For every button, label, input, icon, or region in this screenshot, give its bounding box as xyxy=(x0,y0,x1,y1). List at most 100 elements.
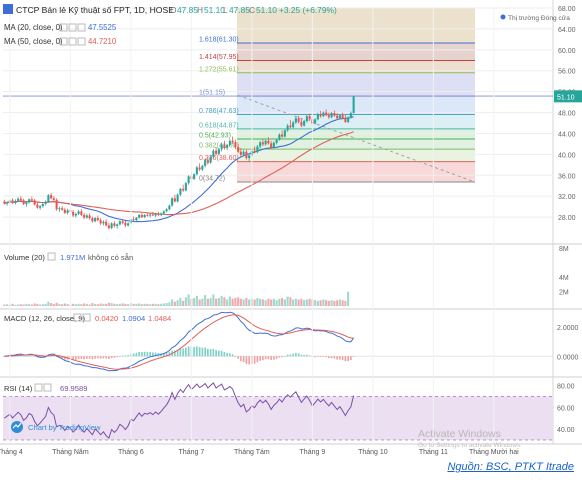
candle-body xyxy=(55,199,58,210)
macd-histogram-bar xyxy=(187,346,190,357)
volume-bar xyxy=(316,300,319,306)
volume-bar xyxy=(234,298,237,306)
fib-zone xyxy=(237,161,475,182)
volume-bar xyxy=(160,303,163,306)
candle-body xyxy=(215,150,218,154)
volume-bar xyxy=(11,303,14,306)
volume-bar xyxy=(319,300,322,306)
candle-body xyxy=(327,115,330,118)
volume-bar xyxy=(215,298,218,306)
macd-histogram-bar xyxy=(231,354,234,357)
volume-bar xyxy=(36,303,39,306)
price-tick-label: 40.00 xyxy=(558,152,576,159)
volume-bar xyxy=(50,303,53,306)
volume-bar xyxy=(286,296,289,306)
macd-histogram-bar xyxy=(105,356,107,359)
volume-tick-label: 4M xyxy=(559,275,569,282)
macd-histogram-bar xyxy=(245,356,248,364)
candle-body xyxy=(300,121,303,126)
volume-bar xyxy=(61,304,64,306)
volume-bar xyxy=(278,298,281,306)
macd-histogram-bar xyxy=(179,348,182,357)
volume-bar xyxy=(66,303,69,306)
ma50-label[interactable]: MA (50, close, 0) xyxy=(4,37,63,46)
volume-bar xyxy=(165,303,168,306)
candle-body xyxy=(138,215,141,218)
macd-label[interactable]: MACD (12, 26, close, 9) xyxy=(4,314,85,323)
volume-bar xyxy=(245,298,248,306)
volume-bar xyxy=(88,304,91,306)
macd-histogram-bar xyxy=(259,356,261,361)
candle-body xyxy=(105,221,108,226)
volume-bar xyxy=(289,297,292,306)
volume-label[interactable]: Volume (20) xyxy=(4,253,45,262)
macd-histogram-bar xyxy=(86,356,88,359)
rsi-tick-label: 40.00 xyxy=(557,427,575,434)
rsi-label[interactable]: RSI (14) xyxy=(4,384,33,393)
candle-body xyxy=(297,118,300,122)
volume-bar xyxy=(261,299,264,306)
volume-bar xyxy=(55,302,58,306)
tradingview-logo-icon xyxy=(11,421,23,433)
ohlc-o-value: 47.85 xyxy=(177,5,198,15)
price-tick-label: 64.00 xyxy=(558,27,576,34)
rsi-tick-label: 80.00 xyxy=(557,383,575,390)
macd-histogram-bar xyxy=(124,355,127,357)
fib-label: 1.272(55.61) xyxy=(199,66,239,73)
macd-histogram-bar xyxy=(102,356,105,359)
macd-histogram-bar xyxy=(77,356,80,360)
activate-windows-title: Activate Windows xyxy=(418,428,501,440)
candle-body xyxy=(80,211,83,215)
volume-bar xyxy=(113,303,116,306)
volume-bar xyxy=(179,298,182,306)
price-tick-label: 28.00 xyxy=(558,215,576,222)
candle-body xyxy=(187,176,190,184)
candle-body xyxy=(149,214,152,216)
macd-histogram-bar xyxy=(278,356,281,358)
fib-label: 1.414(57.95) xyxy=(199,54,239,61)
candle-body xyxy=(193,174,196,179)
candle-body xyxy=(347,117,350,122)
volume-bar xyxy=(193,298,196,306)
volume-bar xyxy=(52,303,55,306)
fib-label: 0(34.72) xyxy=(199,175,225,182)
volume-bar xyxy=(96,304,99,306)
macd-histogram-bar xyxy=(352,356,355,357)
macd-histogram-bar xyxy=(75,356,77,360)
macd-histogram-bar xyxy=(306,354,308,357)
volume-bar xyxy=(94,303,97,306)
ma20-label[interactable]: MA (20, close, 0) xyxy=(4,23,63,32)
candle-body xyxy=(330,113,333,118)
macd-histogram-bar xyxy=(229,353,231,357)
candle-body xyxy=(143,215,146,218)
candle-body xyxy=(99,220,102,224)
candle-body xyxy=(333,113,336,116)
price-tick-label: 32.00 xyxy=(558,194,576,201)
macd-histogram-bar xyxy=(207,348,209,357)
candle-body xyxy=(248,155,251,159)
fib-zone xyxy=(237,43,475,61)
macd-histogram-bar xyxy=(215,350,217,357)
ohlc-l-label: L xyxy=(223,5,228,15)
macd-histogram-bar xyxy=(146,351,149,357)
symbol-title[interactable]: CTCP Bán lẻ Kỹ thuật số FPT, 1D, HOSE xyxy=(16,5,174,15)
macd-histogram-bar xyxy=(113,356,116,358)
volume-bar xyxy=(41,304,44,306)
volume-bar xyxy=(330,300,333,306)
macd-histogram-bar xyxy=(273,356,275,360)
candle-body xyxy=(237,147,240,152)
volume-bar xyxy=(201,298,204,306)
price-tick-label: 56.00 xyxy=(558,69,576,76)
candle-body xyxy=(261,142,264,145)
volume-bar xyxy=(275,300,278,306)
candle-body xyxy=(33,200,36,205)
chart-root: 0(34.72) 0.236(38.60) 0.382(41.00) 0.5(42.9… xyxy=(0,0,582,480)
macd-tick-label: 0.0000 xyxy=(557,354,579,361)
candle-body xyxy=(275,139,278,143)
volume-bar xyxy=(237,297,240,306)
time-tick-label: Tháng 4 xyxy=(0,449,23,456)
collapse-icon[interactable] xyxy=(3,4,13,14)
volume-bar xyxy=(91,303,94,306)
tradingview-chart[interactable]: 0(34.72)0.236(38.60)0.382(41.00)0.5(42.9… xyxy=(0,0,582,480)
price-tick-label: 60.00 xyxy=(558,48,576,55)
